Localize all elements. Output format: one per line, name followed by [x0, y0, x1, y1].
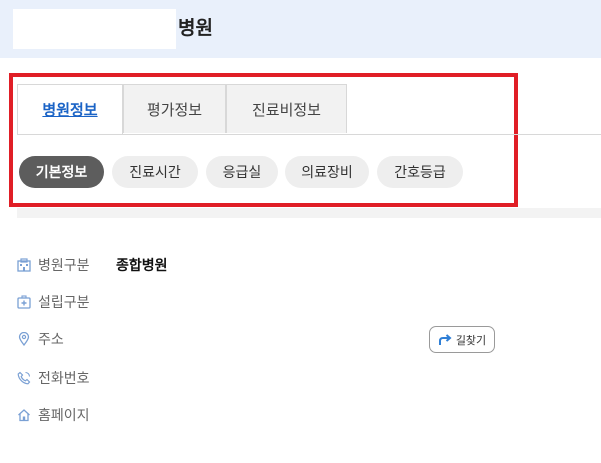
info-value-type: 종합병원: [116, 258, 168, 274]
info-row-homepage: 홈페이지: [17, 403, 116, 427]
info-label-phone: 전화번호: [38, 371, 90, 387]
subtab-hours[interactable]: 진료시간: [112, 156, 198, 188]
info-label-founding: 설립구분: [38, 295, 90, 311]
hospital-building-icon: [17, 258, 31, 272]
tab-evaluation-info[interactable]: 평가정보: [123, 84, 226, 133]
info-label-homepage: 홈페이지: [38, 408, 90, 424]
directions-label: 길찾기: [455, 333, 487, 347]
phone-icon: [17, 371, 31, 385]
hospital-name-redacted: [13, 9, 176, 49]
subtab-nursing-grade[interactable]: 간호등급: [377, 156, 463, 188]
info-label-address: 주소: [38, 332, 64, 348]
main-tabs: 병원정보 평가정보 진료비정보: [17, 84, 601, 135]
info-row-type: 병원구분 종합병원: [17, 253, 168, 277]
tab-hospital-info[interactable]: 병원정보: [17, 84, 123, 134]
section-divider: [17, 208, 601, 218]
directions-button[interactable]: 길찾기: [429, 326, 495, 353]
location-pin-icon: [17, 332, 31, 346]
info-label-type: 병원구분: [38, 258, 90, 274]
subtab-equipment[interactable]: 의료장비: [285, 156, 369, 188]
turn-arrow-icon: [438, 333, 452, 346]
medical-kit-icon: [17, 295, 31, 309]
info-row-founding: 설립구분: [17, 290, 116, 314]
page-header: 병원: [0, 0, 601, 58]
subtab-emergency[interactable]: 응급실: [206, 156, 278, 188]
tab-cost-info[interactable]: 진료비정보: [226, 84, 347, 133]
info-row-phone: 전화번호: [17, 366, 116, 390]
home-icon: [17, 408, 31, 422]
hospital-title: 병원: [178, 17, 213, 39]
subtab-basic-info[interactable]: 기본정보: [19, 156, 104, 188]
info-row-address: 주소: [17, 327, 116, 351]
